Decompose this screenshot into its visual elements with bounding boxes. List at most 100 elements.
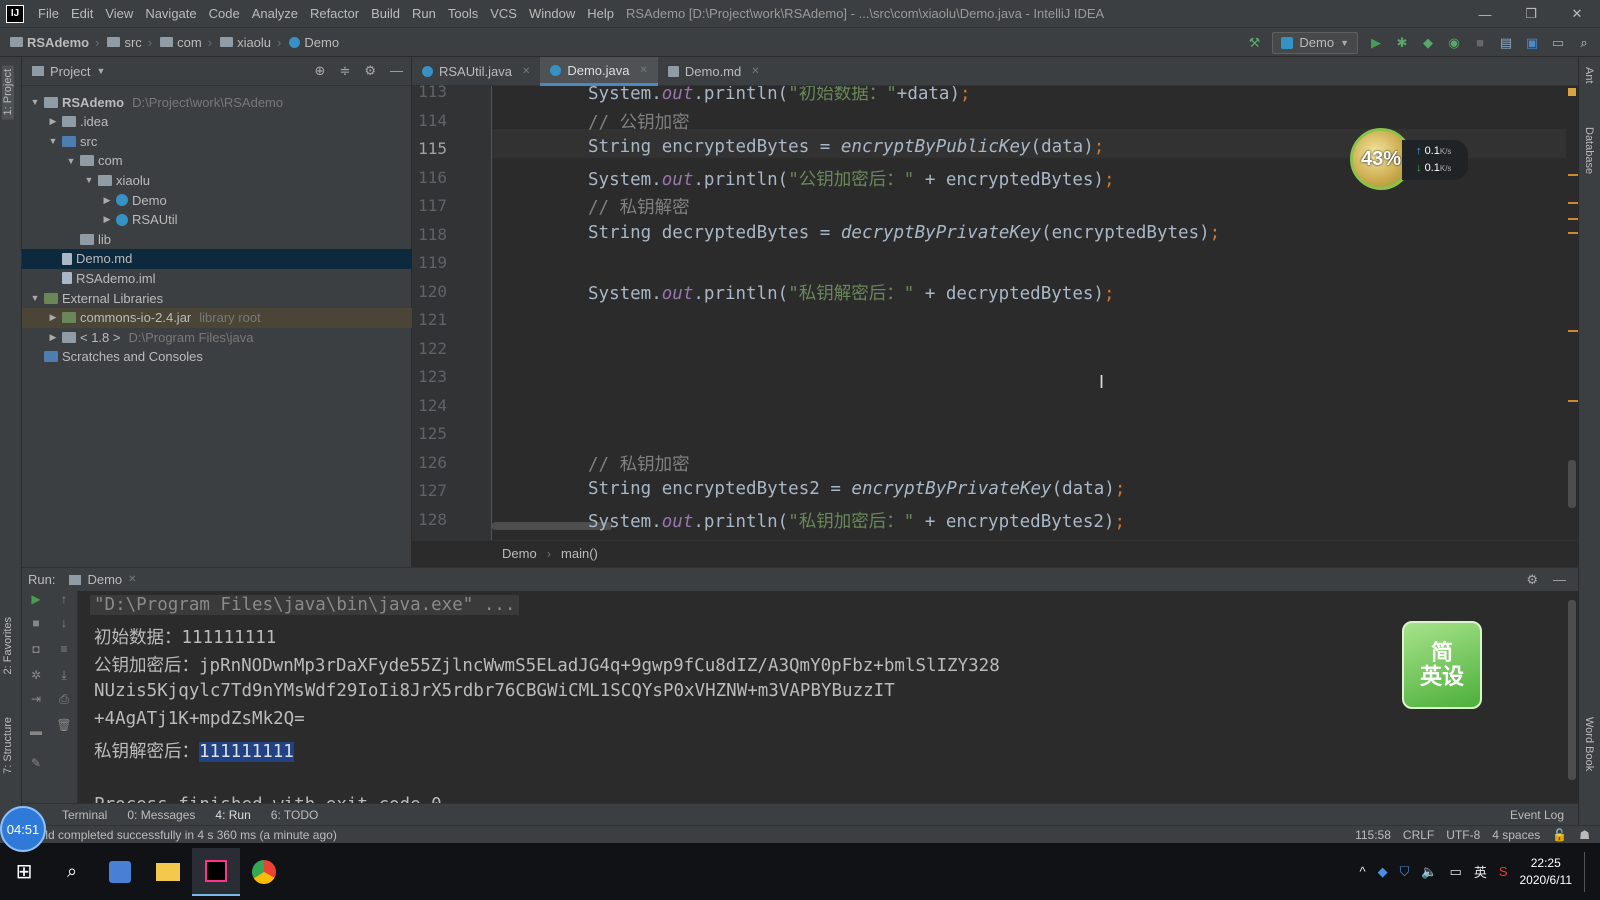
menu-help[interactable]: Help — [581, 6, 620, 21]
tree-item[interactable]: Scratches and Consoles — [22, 347, 412, 367]
menu-code[interactable]: Code — [203, 6, 246, 21]
gear-icon[interactable]: ⚙ — [1526, 572, 1538, 588]
warning-marker[interactable] — [1568, 232, 1578, 234]
tray-expand-icon[interactable]: ^ — [1359, 864, 1365, 879]
menu-edit[interactable]: Edit — [65, 6, 99, 21]
breadcrumb-class[interactable]: Demo — [502, 546, 537, 561]
app-icon[interactable] — [96, 848, 144, 896]
print-icon[interactable]: ⎙ — [56, 691, 72, 707]
debug-icon[interactable]: ✱ — [1394, 35, 1410, 51]
menu-run[interactable]: Run — [406, 6, 442, 21]
scroll-down-icon[interactable]: ↓ — [56, 615, 72, 631]
tree-item[interactable]: ▼ External Libraries — [22, 288, 412, 308]
close-icon[interactable]: ✕ — [128, 574, 136, 585]
vertical-scrollbar[interactable] — [1568, 460, 1576, 508]
project-panel-title[interactable]: Project — [50, 64, 90, 79]
event-log-button[interactable]: Event Log — [1510, 808, 1564, 822]
sogou-icon[interactable]: S — [1499, 864, 1508, 879]
menu-vcs[interactable]: VCS — [484, 6, 523, 21]
warning-marker[interactable] — [1568, 400, 1578, 402]
breadcrumb-item[interactable]: › src — [89, 35, 142, 50]
tab-project-tool[interactable]: 1: Project — [2, 65, 14, 120]
chevron-right-icon[interactable]: ▶ — [46, 332, 60, 343]
close-window-button[interactable]: ✕ — [1554, 0, 1600, 28]
tree-item[interactable]: ▼ xiaolu — [22, 170, 412, 190]
menu-analyze[interactable]: Analyze — [246, 6, 304, 21]
tab-run[interactable]: 4: Run — [215, 808, 250, 822]
layout-icon[interactable]: ▭ — [1550, 35, 1566, 51]
chevron-down-icon[interactable]: ▼ — [64, 156, 78, 166]
chevron-down-icon[interactable]: ▼ — [96, 66, 105, 76]
hide-panel-icon[interactable]: — — [390, 63, 403, 79]
run-console[interactable]: "D:\Program Files\java\bin\java.exe" ...… — [78, 591, 1566, 803]
tab-messages[interactable]: 0: Messages — [127, 808, 195, 822]
stop-icon[interactable]: ■ — [28, 615, 44, 631]
editor-tab[interactable]: Demo.java ✕ — [540, 57, 658, 86]
windows-start-icon[interactable]: ⊞ — [0, 848, 48, 896]
minimize-button[interactable]: — — [1462, 0, 1508, 28]
console-scrollbar[interactable] — [1568, 600, 1576, 780]
file-explorer-icon[interactable] — [144, 848, 192, 896]
pin-icon[interactable]: ✎ — [28, 755, 44, 771]
tree-item[interactable]: ▶ < 1.8 > D:\Program Files\java — [22, 327, 412, 347]
soft-wrap-icon[interactable]: ≡ — [56, 641, 72, 657]
scroll-up-icon[interactable]: ↑ — [56, 591, 72, 607]
menu-window[interactable]: Window — [523, 6, 581, 21]
trash-icon[interactable]: 🗑 — [56, 717, 72, 733]
file-encoding[interactable]: UTF-8 — [1446, 828, 1480, 842]
restore-button[interactable]: ❐ — [1508, 0, 1554, 28]
ime-indicator[interactable]: 英 — [1474, 862, 1487, 881]
menu-refactor[interactable]: Refactor — [304, 6, 365, 21]
layout-icon[interactable]: ▬ — [28, 723, 44, 739]
caret-position[interactable]: 115:58 — [1355, 828, 1391, 842]
status-message[interactable]: Build completed successfully in 4 s 360 … — [28, 828, 337, 842]
menu-build[interactable]: Build — [365, 6, 406, 21]
tab-database-tool[interactable]: Database — [1583, 127, 1595, 174]
breadcrumb-item[interactable]: › xiaolu — [202, 35, 271, 50]
tab-structure-tool[interactable]: 7: Structure — [2, 717, 14, 774]
exit-icon[interactable]: ⇥ — [28, 691, 44, 707]
close-icon[interactable]: ✕ — [640, 65, 648, 76]
tree-item[interactable]: lib — [22, 229, 412, 249]
warning-marker[interactable] — [1568, 88, 1576, 96]
chevron-right-icon[interactable]: ▶ — [46, 312, 60, 323]
intellij-taskbar-icon[interactable] — [192, 847, 240, 896]
locate-icon[interactable]: ⊕ — [315, 63, 326, 79]
breadcrumb-item[interactable]: › Demo — [271, 35, 339, 50]
chevron-right-icon[interactable]: ▶ — [46, 116, 60, 127]
warning-marker[interactable] — [1568, 218, 1578, 220]
rerun-icon[interactable]: ▶ — [28, 591, 44, 607]
show-desktop-button[interactable] — [1584, 851, 1590, 892]
build-hammer-icon[interactable]: ⚒ — [1246, 35, 1262, 51]
tab-terminal[interactable]: Terminal — [62, 808, 107, 822]
indent-setting[interactable]: 4 spaces — [1492, 828, 1540, 842]
line-separator[interactable]: CRLF — [1403, 828, 1434, 842]
breadcrumb-method[interactable]: main() — [561, 546, 598, 561]
tree-item[interactable]: RSAdemo.iml — [22, 268, 412, 288]
run-icon[interactable]: ▶ — [1368, 35, 1384, 51]
warning-marker[interactable] — [1568, 174, 1578, 176]
search-icon[interactable]: ⌕ — [48, 848, 96, 896]
chevron-down-icon[interactable]: ▼ — [82, 175, 96, 185]
coverage-icon[interactable]: ◆ — [1420, 35, 1436, 51]
menu-view[interactable]: View — [99, 6, 139, 21]
camera-icon[interactable]: ◘ — [28, 641, 44, 657]
chevron-right-icon[interactable]: ▶ — [100, 214, 114, 225]
tab-favorites-tool[interactable]: 2: Favorites — [2, 617, 14, 674]
breadcrumb-item[interactable]: › com — [142, 35, 202, 50]
message-icon[interactable]: ▭ — [1450, 864, 1462, 880]
lock-icon[interactable]: 🔓 — [1552, 828, 1567, 842]
tab-wordbook-tool[interactable]: Word Book — [1583, 717, 1595, 771]
scroll-to-end-icon[interactable]: ⤓ — [56, 667, 72, 683]
inspector-icon[interactable]: ☗ — [1579, 828, 1590, 842]
tray-app-icon[interactable]: ◆ — [1378, 864, 1388, 880]
run-tab-demo[interactable]: Demo ✕ — [69, 572, 137, 587]
project-structure-icon[interactable]: ▤ — [1498, 35, 1514, 51]
translate-icon[interactable]: ▣ — [1524, 35, 1540, 51]
chevron-down-icon[interactable]: ▼ — [46, 136, 60, 146]
stop-icon[interactable]: ■ — [1472, 35, 1488, 51]
tree-item[interactable]: ▼ com — [22, 151, 412, 171]
chrome-icon[interactable] — [240, 848, 288, 896]
warning-marker[interactable] — [1568, 330, 1578, 332]
profile-icon[interactable]: ◉ — [1446, 35, 1462, 51]
